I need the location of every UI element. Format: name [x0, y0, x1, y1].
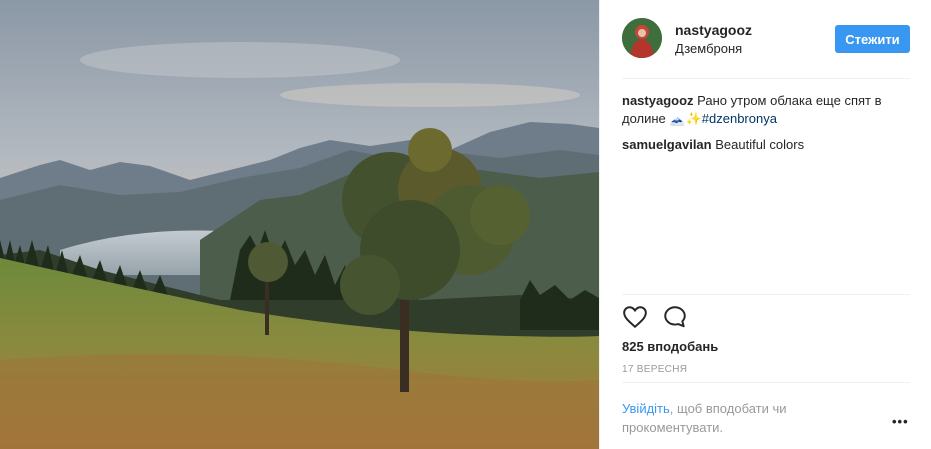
- post-sidebar: nastyagooz Дземброня Стежити nastyagooz …: [599, 0, 931, 449]
- comment-list: nastyagooz Рано утром облака еще спят в …: [622, 92, 912, 162]
- post-date: 17 ВЕРЕСНЯ: [622, 364, 688, 375]
- more-options-icon[interactable]: •••: [892, 414, 909, 429]
- action-bar: [622, 304, 688, 332]
- divider: [622, 382, 910, 383]
- comment-user[interactable]: samuelgavilan: [622, 137, 712, 152]
- follow-button[interactable]: Стежити: [835, 25, 910, 53]
- hashtag-link[interactable]: #dzenbronya: [702, 111, 777, 126]
- comment-caption: nastyagooz Рано утром облака еще спят в …: [622, 92, 912, 128]
- post-header: nastyagooz Дземброня Стежити: [600, 0, 931, 78]
- login-prompt: Увійдіть, щоб вподобати чи прокоментуват…: [622, 399, 862, 437]
- instagram-post: nastyagooz Дземброня Стежити nastyagooz …: [0, 0, 931, 449]
- avatar-image: [622, 18, 662, 58]
- heart-icon[interactable]: [622, 304, 648, 330]
- landscape-photo: [0, 0, 599, 449]
- likes-count[interactable]: 825 вподобань: [622, 339, 718, 354]
- location[interactable]: Дземброня: [675, 41, 742, 56]
- comment-icon[interactable]: [662, 304, 688, 330]
- post-photo[interactable]: [0, 0, 599, 449]
- avatar[interactable]: [622, 18, 662, 58]
- comment-item: samuelgavilan Beautiful colors: [622, 136, 912, 154]
- comment-user[interactable]: nastyagooz: [622, 93, 694, 108]
- divider: [622, 78, 910, 79]
- login-link[interactable]: Увійдіть: [622, 401, 670, 416]
- emoji-icon: 🗻✨: [669, 111, 702, 126]
- username[interactable]: nastyagooz: [675, 22, 752, 38]
- comment-text: Beautiful colors: [715, 137, 805, 152]
- divider: [622, 294, 910, 295]
